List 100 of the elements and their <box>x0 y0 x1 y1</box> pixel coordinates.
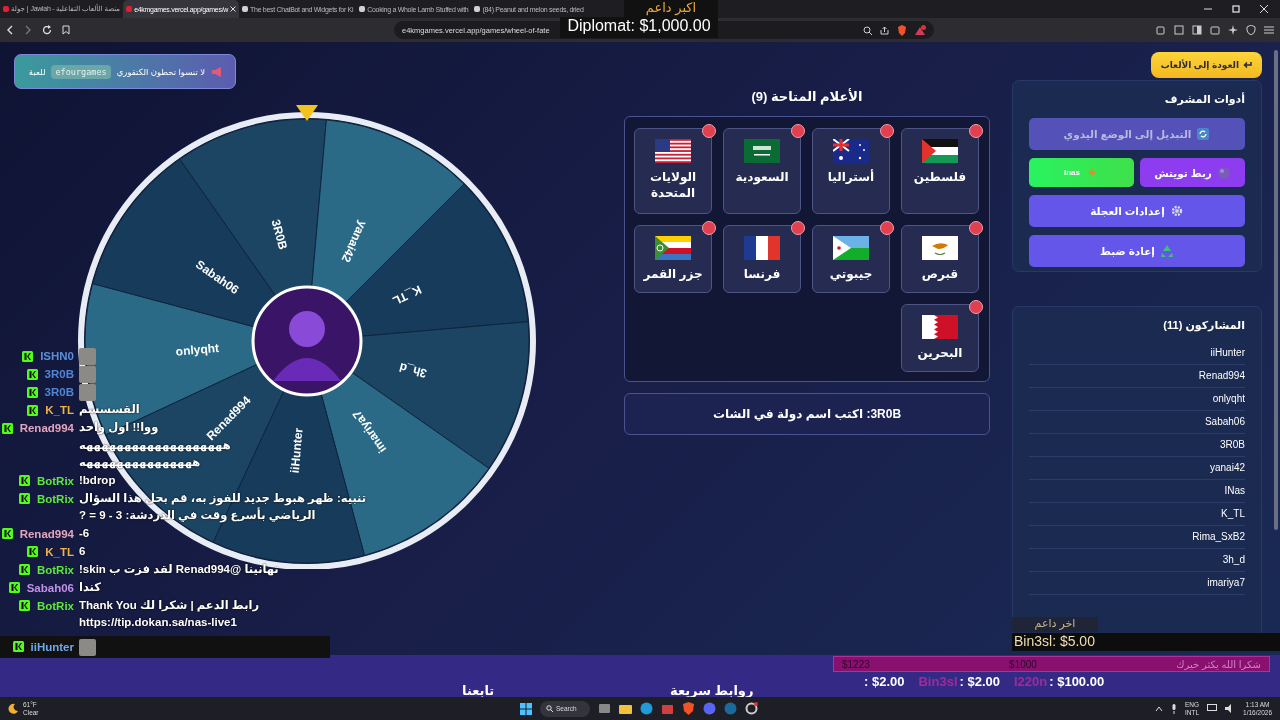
flag-name: البحرين <box>917 345 963 362</box>
minimize-icon[interactable] <box>1204 5 1212 13</box>
task-view-icon[interactable] <box>598 702 611 715</box>
participant-name: Rima_SxB2 <box>1029 526 1245 549</box>
folder-icon[interactable] <box>619 702 632 715</box>
remove-icon[interactable] <box>969 221 983 235</box>
participant-name: onlyqht <box>1029 388 1245 411</box>
chat-message: !bdrop <box>79 472 116 488</box>
chat-username[interactable]: BotRix <box>36 492 74 505</box>
chat-message: تهانينا @Renad994 لقد فزت ب skin! <box>79 561 279 578</box>
triangle-alert-icon[interactable] <box>915 24 926 36</box>
flag-name: السعودية <box>735 169 789 186</box>
flag-name: فلسطين <box>913 169 967 186</box>
remove-icon[interactable] <box>791 124 805 138</box>
flag-icon <box>744 236 780 260</box>
flag-icon <box>833 236 869 260</box>
chat-username[interactable]: K_TL <box>45 404 74 416</box>
flag-name: قبرص <box>921 266 959 283</box>
remove-icon[interactable] <box>880 124 894 138</box>
top-supporter-label: اكبر داعم <box>624 0 718 17</box>
remove-icon[interactable] <box>702 124 716 138</box>
lightning-icon <box>1085 165 1099 180</box>
sparkle-icon[interactable] <box>1228 25 1238 35</box>
windows-icon[interactable] <box>520 702 532 715</box>
participant-name: Renad994 <box>1029 365 1245 388</box>
admin-button[interactable]: إعدادات العجلة <box>1029 195 1245 227</box>
platform-badge-icon <box>1 422 13 434</box>
platform-badge-icon <box>22 350 34 362</box>
zoom-icon[interactable] <box>863 25 872 35</box>
chat-username[interactable]: iiHunter <box>30 640 74 653</box>
bookmark-icon[interactable] <box>62 25 70 35</box>
chat-username[interactable]: BotRix <box>36 474 74 487</box>
remove-icon[interactable] <box>791 221 805 235</box>
notice-text: لا تنسوا تحطون الكتقوري <box>116 66 205 77</box>
recycle-icon <box>1159 244 1174 258</box>
chat-username[interactable]: Sabah06 <box>26 581 74 594</box>
microphone-icon[interactable] <box>1171 703 1177 714</box>
chat-username[interactable]: 3R0B <box>44 368 74 380</box>
segment-label: onlyqht <box>175 340 220 359</box>
menu-icon[interactable] <box>1264 25 1274 35</box>
platform-badge-icon <box>18 564 30 575</box>
chat-username[interactable]: Renad994 <box>19 422 74 434</box>
platform-badge-icon <box>12 641 24 652</box>
category-tag: efourgames <box>51 64 111 79</box>
platform-badge-icon <box>27 404 39 416</box>
ticker-amount: $1223 <box>842 658 870 670</box>
admin-button[interactable]: إعادة ضبط <box>1029 235 1245 267</box>
platform-badge-icon <box>1 528 13 539</box>
share-icon[interactable] <box>880 25 889 35</box>
sidebar-icon[interactable] <box>1192 25 1202 35</box>
platform-badge-icon <box>18 600 30 611</box>
pointer-icon <box>296 105 318 121</box>
chat-username[interactable]: BotRix <box>36 563 74 576</box>
chat-username[interactable]: ISHN0 <box>40 350 74 362</box>
donor-name: I220n <box>1014 674 1048 689</box>
megaphone-icon <box>211 66 223 77</box>
participant-name: K_TL <box>1029 503 1245 526</box>
donation-amount: : $100.00 <box>1049 674 1105 689</box>
back-icon[interactable] <box>6 25 14 35</box>
top-supporter-value: Diplomat: $1,000.00 <box>560 17 718 38</box>
chat-username[interactable]: BotRix <box>36 599 74 612</box>
flag-name: فرنسا <box>743 266 781 283</box>
chat-username[interactable]: K_TL <box>45 545 74 558</box>
participant-name: 3h_d <box>1029 549 1245 572</box>
platform-badge-icon <box>26 368 38 380</box>
remove-icon[interactable] <box>880 221 894 235</box>
restore-icon[interactable] <box>1232 5 1240 13</box>
segment-label: 3R0B <box>268 217 291 252</box>
flag-icon <box>922 315 958 339</box>
reload-icon[interactable] <box>42 25 52 35</box>
ticker-amount: $1000 <box>1009 658 1037 670</box>
participant-name: INas <box>1029 480 1245 503</box>
chat-username[interactable]: Renad994 <box>19 527 74 540</box>
platform-badge-icon <box>26 386 38 398</box>
close-icon[interactable] <box>1260 5 1268 13</box>
platform-badge-icon <box>18 493 30 504</box>
monitor-icon[interactable] <box>1207 704 1218 713</box>
ticker-text: شكرا الله يكثر خيرك <box>1176 658 1261 670</box>
flag-icon <box>744 139 780 163</box>
return-arrow-icon <box>1243 61 1252 69</box>
chat-username[interactable]: 3R0B <box>44 386 74 398</box>
card-title: أدوات المشرف <box>1163 93 1245 106</box>
remove-icon[interactable] <box>702 221 716 235</box>
chevron-up-icon[interactable] <box>1155 705 1163 712</box>
shield-icon[interactable] <box>1246 25 1256 35</box>
remove-icon[interactable] <box>969 300 983 314</box>
search-icon <box>546 705 553 712</box>
last-supporter-value: Bin3sl: $5.00 <box>1012 633 1280 651</box>
chat-message: -6 <box>79 525 90 541</box>
flag-name: أستراليا <box>827 169 875 186</box>
forward-icon[interactable] <box>24 25 32 35</box>
remove-icon[interactable] <box>969 124 983 138</box>
close-tab-icon[interactable] <box>230 6 237 12</box>
donation-amount: : $2.00 <box>959 674 1000 689</box>
prompt-box: 3R0B: اكتب اسم دولة في الشات <box>624 393 990 435</box>
platform-badge-icon <box>27 546 39 557</box>
back-button[interactable]: العودة إلى الألعاب <box>1150 52 1262 78</box>
flag-name: الولايات المتحدة <box>648 169 698 202</box>
moon-icon <box>8 703 19 714</box>
admin-button[interactable]: ربط تويتش <box>1140 158 1245 187</box>
